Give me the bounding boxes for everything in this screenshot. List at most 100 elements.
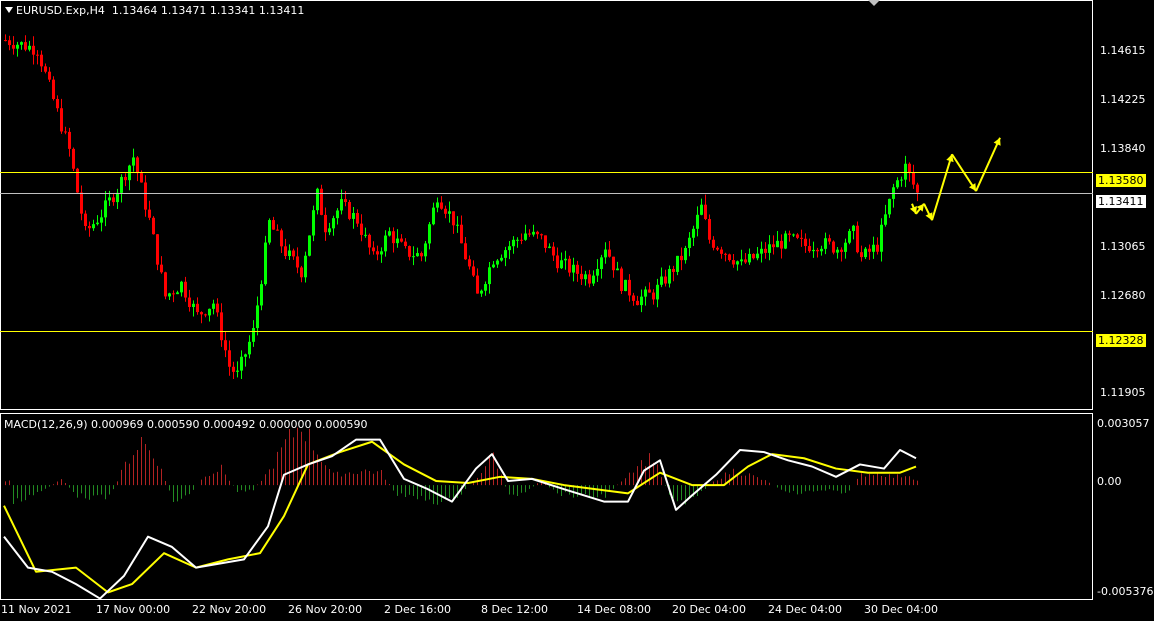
candle-body — [164, 272, 167, 297]
candle-body — [304, 255, 307, 278]
candle-body — [156, 234, 159, 265]
price-panel[interactable] — [0, 0, 1093, 410]
candle-body — [576, 264, 579, 274]
candle-body — [204, 314, 207, 316]
candle-body — [496, 260, 499, 265]
candle-body — [660, 276, 663, 285]
candle-body — [32, 45, 35, 55]
time-axis-label: 26 Nov 20:00 — [288, 603, 363, 616]
candle-body — [628, 279, 631, 296]
candle-body — [40, 54, 43, 67]
candle-body — [508, 246, 511, 251]
candle-body — [672, 268, 675, 272]
chart-canvas[interactable] — [0, 0, 1154, 621]
shift-marker-icon[interactable] — [868, 0, 880, 6]
candle-body — [356, 213, 359, 224]
candle-body — [460, 224, 463, 244]
candle-body — [580, 273, 583, 280]
candle-body — [120, 176, 123, 193]
candle-body — [512, 239, 515, 247]
support-level-badge: 1.12328 — [1096, 334, 1146, 347]
candle-body — [272, 220, 275, 230]
candle-body — [792, 234, 795, 236]
candle-body — [188, 297, 191, 308]
time-axis-label: 2 Dec 16:00 — [384, 603, 451, 616]
candle-body — [740, 259, 743, 262]
candle-body — [292, 250, 295, 257]
candle-body — [684, 247, 687, 261]
candle-body — [764, 248, 767, 253]
candle-body — [720, 249, 723, 254]
candle-body — [152, 217, 155, 235]
candle-body — [884, 214, 887, 225]
candle-body — [784, 233, 787, 249]
candle-body — [712, 239, 715, 248]
candle-body — [852, 225, 855, 232]
candle-body — [868, 248, 871, 252]
candle-body — [12, 45, 15, 49]
candle-body — [776, 240, 779, 248]
candle-body — [476, 275, 479, 294]
candle-body — [24, 42, 27, 50]
candle-body — [704, 204, 707, 220]
symbol-menu-icon[interactable] — [5, 7, 13, 13]
candle-body — [904, 163, 907, 180]
candle-body — [872, 244, 875, 252]
candle-body — [244, 354, 247, 357]
candle-body — [236, 370, 239, 372]
candle-body — [388, 231, 391, 236]
candle-body — [336, 210, 339, 219]
candle-body — [664, 276, 667, 284]
candle-body — [420, 253, 423, 257]
candle-body — [484, 284, 487, 291]
candle-body — [28, 45, 31, 50]
candle-body — [320, 188, 323, 215]
candle-body — [464, 243, 467, 260]
candle-body — [692, 228, 695, 238]
macd-axis-label: -0.005376 — [1097, 585, 1154, 598]
candle-body — [596, 269, 599, 276]
candle-body — [88, 225, 91, 229]
candle-body — [332, 218, 335, 229]
candle-body — [600, 257, 603, 270]
candle-body — [384, 235, 387, 252]
candle-body — [116, 192, 119, 203]
levels-group — [0, 172, 1093, 332]
candle-body — [760, 248, 763, 254]
candle-body — [856, 225, 859, 253]
candle-body — [56, 98, 59, 109]
candle-body — [536, 231, 539, 235]
candle-body — [520, 239, 523, 241]
candle-body — [908, 163, 911, 173]
candle-body — [568, 258, 571, 273]
candle-body — [652, 292, 655, 300]
candle-body — [800, 237, 803, 239]
candle-body — [816, 249, 819, 252]
candle-body — [900, 179, 903, 181]
candle-body — [668, 268, 671, 284]
macd-signal-line — [3, 440, 917, 594]
candle-body — [656, 284, 659, 300]
candle-body — [560, 260, 563, 269]
time-axis-label: 14 Dec 08:00 — [577, 603, 651, 616]
candle-body — [532, 231, 535, 235]
candle-body — [168, 293, 171, 297]
candle-body — [300, 267, 303, 278]
candle-body — [696, 214, 699, 229]
candle-body — [780, 240, 783, 249]
candle-body — [840, 249, 843, 252]
candle-body — [724, 253, 727, 255]
candle-body — [500, 257, 503, 261]
macd-panel[interactable] — [0, 413, 1093, 600]
candle-body — [280, 230, 283, 247]
candle-body — [396, 238, 399, 244]
candle-body — [616, 268, 619, 271]
candle-body — [68, 131, 71, 149]
candle-body — [620, 268, 623, 291]
ohlc-close: 1.13411 — [258, 4, 305, 17]
candle-body — [184, 281, 187, 298]
candle-body — [540, 234, 543, 236]
candle-body — [772, 244, 775, 248]
candle-body — [796, 234, 799, 238]
candle-body — [552, 246, 555, 256]
